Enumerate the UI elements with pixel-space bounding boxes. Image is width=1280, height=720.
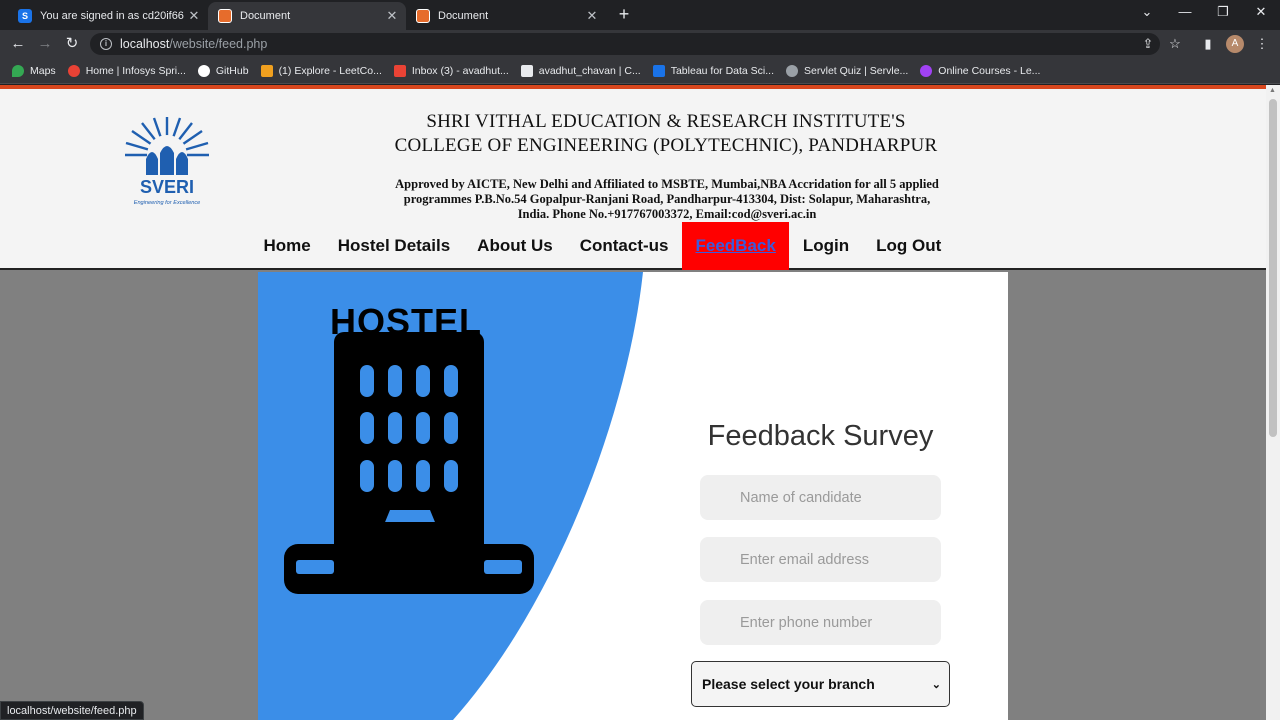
candidate-name-input[interactable] [700, 475, 941, 520]
close-icon[interactable]: ✕ [186, 8, 202, 24]
nav-about-us[interactable]: About Us [464, 222, 567, 270]
side-panel-icon[interactable]: ▮ [1200, 36, 1216, 52]
tab-title: Document [240, 10, 291, 22]
institute-name-line2: COLLEGE OF ENGINEERING (POLYTECHNIC), PA… [394, 135, 938, 156]
branch-selected-value: Please select your branch [702, 676, 875, 692]
logo-tagline: Engineering for Excellence [134, 200, 201, 206]
bookmark-github[interactable]: GitHub [197, 64, 249, 77]
bookmark-tableau[interactable]: Tableau for Data Sci... [652, 64, 775, 77]
site-header: SVERI Engineering for Excellence SHRI VI… [0, 89, 1266, 270]
institute-name-line1: SHRI VITHAL EDUCATION & RESEARCH INSTITU… [426, 111, 906, 132]
bookmark-leetcode[interactable]: (1) Explore - LeetCo... [260, 64, 382, 77]
logo-wordmark: SVERI [140, 177, 194, 197]
bookmark-infosys[interactable]: Home | Infosys Spri... [67, 64, 186, 77]
feedback-survey-title: Feedback Survey [707, 420, 934, 452]
close-icon[interactable]: ✕ [384, 8, 400, 24]
nav-hostel-details[interactable]: Hostel Details [324, 222, 463, 270]
status-bubble: localhost/website/feed.php [0, 701, 144, 720]
page-viewport: SVERI Engineering for Excellence SHRI VI… [0, 85, 1266, 720]
branch-select[interactable]: Please select your branch ⌄ [691, 661, 950, 707]
codechef-icon [520, 64, 533, 77]
tab-strip: S You are signed in as cd20if66 ✕ Docume… [0, 0, 1280, 30]
bookmark-label: Home | Infosys Spri... [85, 64, 186, 77]
tab-document[interactable]: Document ✕ [406, 2, 606, 30]
nav-log-out[interactable]: Log Out [863, 222, 955, 270]
affiliation-line1: Approved by AICTE, New Delhi and Affilia… [395, 177, 939, 191]
bookmark-label: Maps [30, 64, 56, 77]
nav-login[interactable]: Login [789, 222, 862, 270]
affiliation-line3: India. Phone No.+917767003372, Email:cod… [517, 207, 817, 221]
html-file-icon [218, 9, 232, 23]
bookmark-label: Servlet Quiz | Servle... [804, 64, 909, 77]
scroll-thumb[interactable] [1269, 99, 1277, 437]
maximize-button[interactable]: ❐ [1213, 4, 1233, 20]
bookmark-maps[interactable]: Maps [12, 64, 56, 77]
bookmark-label: Inbox (3) - avadhut... [411, 64, 509, 77]
scroll-up-arrow-icon[interactable]: ▲ [1269, 87, 1276, 94]
affiliation-text: Approved by AICTE, New Delhi and Affilia… [372, 177, 962, 222]
tableau-icon [652, 64, 665, 77]
browser-toolbar: ← → ↻ i localhost/website/feed.php ⇪ ☆ ▮… [0, 30, 1280, 58]
nav-home[interactable]: Home [250, 222, 324, 270]
bookmark-label: Online Courses - Le... [938, 64, 1041, 77]
back-arrow-icon[interactable]: ← [8, 34, 28, 54]
bookmark-online-courses[interactable]: Online Courses - Le... [920, 64, 1041, 77]
reload-icon[interactable]: ↻ [62, 34, 82, 54]
page-scrollbar[interactable]: ▲ [1266, 85, 1280, 720]
leetcode-icon [260, 64, 273, 77]
tab-title: You are signed in as cd20if66 [40, 10, 184, 22]
new-tab-button[interactable]: + [614, 4, 634, 24]
bookmark-label: Tableau for Data Sci... [670, 64, 775, 77]
minimize-button[interactable]: — [1175, 4, 1195, 19]
share-icon[interactable]: ⇪ [1140, 36, 1156, 52]
address-bar[interactable]: i localhost/website/feed.php [90, 33, 1160, 55]
hostel-building-icon: HOSTEL [284, 301, 534, 594]
site-info-icon[interactable]: i [100, 38, 112, 50]
affiliation-line2: programmes P.B.No.54 Gopalpur-Ranjani Ro… [403, 192, 931, 206]
globe-icon [786, 64, 799, 77]
feedback-content-card: HOSTEL Feedback Survey [258, 272, 1008, 720]
main-nav: Home Hostel Details About Us Contact-us … [250, 222, 955, 270]
chevron-down-icon: ⌄ [931, 678, 941, 691]
window-close-button[interactable]: ✕ [1251, 4, 1271, 20]
bookmark-star-icon[interactable]: ☆ [1167, 36, 1183, 52]
tab-document-active[interactable]: Document ✕ [208, 2, 406, 30]
nav-contact-us[interactable]: Contact-us [566, 222, 682, 270]
favicon-s-icon: S [18, 9, 32, 23]
close-icon[interactable]: ✕ [584, 8, 600, 24]
address-url[interactable]: localhost/website/feed.php [120, 37, 267, 51]
menu-dots-icon[interactable]: ⋮ [1254, 36, 1270, 52]
tab-title: Document [438, 10, 489, 22]
tab-search-chevron-icon[interactable]: ⌄ [1137, 4, 1157, 20]
infosys-icon [67, 64, 80, 77]
bookmark-gmail[interactable]: Inbox (3) - avadhut... [393, 64, 509, 77]
sveri-logo: SVERI Engineering for Excellence [125, 117, 209, 206]
phone-input[interactable] [700, 600, 941, 645]
bookmark-label: (1) Explore - LeetCo... [278, 64, 382, 77]
nav-feedback[interactable]: FeedBack [682, 222, 790, 270]
maps-pin-icon [12, 64, 24, 77]
courses-icon [920, 64, 933, 77]
profile-avatar[interactable]: A [1226, 35, 1244, 53]
email-input[interactable] [700, 537, 941, 582]
gmail-icon [393, 64, 406, 77]
forward-arrow-icon[interactable]: → [35, 34, 55, 54]
bookmark-codechef[interactable]: avadhut_chavan | C... [520, 64, 641, 77]
url-host: localhost [120, 37, 170, 51]
bookmark-label: avadhut_chavan | C... [538, 64, 641, 77]
html-file-icon [416, 9, 430, 23]
bookmark-label: GitHub [215, 64, 249, 77]
tab-signed-in[interactable]: S You are signed in as cd20if66 ✕ [8, 2, 208, 30]
url-path: /website/feed.php [169, 37, 268, 51]
bookmarks-bar: Maps Home | Infosys Spri... GitHub (1) E… [0, 58, 1280, 84]
bookmark-servlet-quiz[interactable]: Servlet Quiz | Servle... [786, 64, 909, 77]
github-icon [197, 64, 210, 77]
